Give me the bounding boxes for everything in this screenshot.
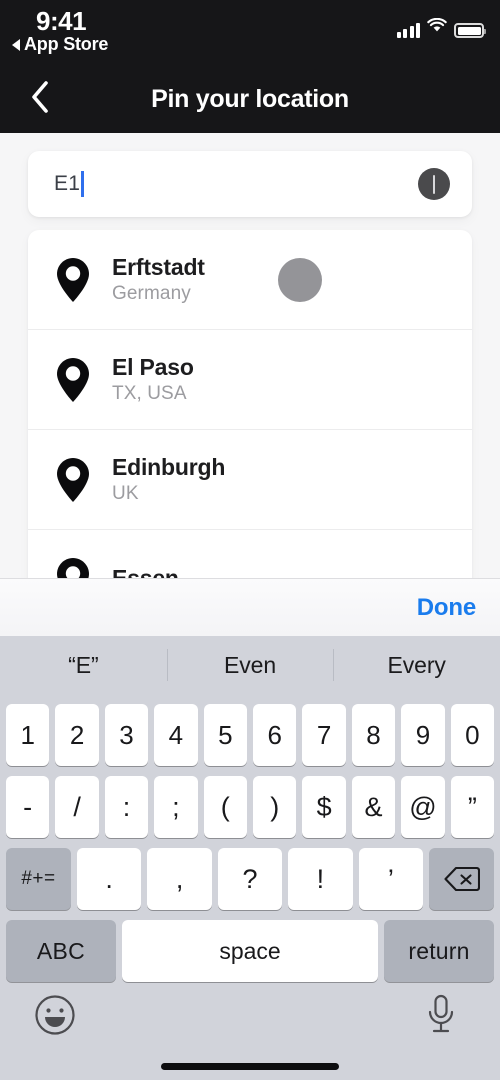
key-period[interactable]: . <box>76 848 142 910</box>
prediction-0[interactable]: “E” <box>0 636 167 694</box>
list-item[interactable]: Edinburgh UK <box>28 430 472 530</box>
list-item-text: Erftstadt Germany <box>112 254 205 305</box>
key-9[interactable]: 9 <box>401 704 445 766</box>
prediction-1[interactable]: Even <box>166 636 334 694</box>
key-ampersand[interactable]: & <box>351 776 396 838</box>
microphone-icon[interactable] <box>418 992 464 1038</box>
text-caret <box>81 171 84 197</box>
key-at[interactable]: @ <box>401 776 445 838</box>
key-semicolon[interactable]: ; <box>154 776 198 838</box>
key-symbols-toggle[interactable]: #+= <box>5 848 71 910</box>
map-pin-icon <box>56 557 90 578</box>
key-dollar[interactable]: $ <box>302 776 346 838</box>
list-item-text: Essen <box>112 565 179 578</box>
clear-field-icon[interactable] <box>418 168 450 200</box>
key-close-paren[interactable]: ) <box>253 776 297 838</box>
list-item-title: El Paso <box>112 353 194 380</box>
key-4[interactable]: 4 <box>154 704 198 766</box>
chevron-left-icon <box>29 80 51 119</box>
key-5[interactable]: 5 <box>203 704 247 766</box>
emoji-smiley-icon[interactable] <box>32 992 78 1038</box>
nav-bar: Pin your location <box>0 66 500 133</box>
key-0[interactable]: 0 <box>450 704 495 766</box>
status-bar: 9:41 App Store <box>0 0 500 66</box>
search-results-list: Erftstadt Germany El Paso TX, USA Edinbu… <box>28 230 472 578</box>
predictive-text-bar: “E” Even Every <box>0 636 500 694</box>
list-item-subtitle: UK <box>112 483 139 505</box>
key-2[interactable]: 2 <box>55 704 99 766</box>
list-item-subtitle: Germany <box>112 283 191 305</box>
list-item-text: El Paso TX, USA <box>112 354 194 405</box>
key-8[interactable]: 8 <box>351 704 396 766</box>
list-item[interactable]: Erftstadt Germany <box>28 230 472 330</box>
key-apostrophe[interactable]: ’ <box>358 848 424 910</box>
keyboard-row-symbols: - / : ; ( ) $ & @ ” <box>3 776 497 838</box>
key-return[interactable]: return <box>384 920 494 982</box>
status-bar-time: 9:41 <box>36 6 87 36</box>
wifi-icon <box>427 17 447 38</box>
list-item-subtitle: TX, USA <box>112 383 187 405</box>
list-item[interactable]: Essen <box>28 530 472 578</box>
keyboard-bottom-bar <box>0 984 500 1080</box>
return-to-app-store-button[interactable]: App Store <box>12 34 108 55</box>
key-7[interactable]: 7 <box>302 704 346 766</box>
map-pin-icon <box>56 257 90 303</box>
keyboard-row-numbers: 1 2 3 4 5 6 7 8 9 0 <box>3 704 497 766</box>
return-app-label: App Store <box>24 34 109 54</box>
list-item-title: Essen <box>112 565 179 578</box>
main-content: E1 Erftstadt Germany El Paso TX, USA Edi… <box>0 133 500 578</box>
key-space[interactable]: space <box>122 920 378 982</box>
status-bar-indicators <box>396 17 486 38</box>
map-pin-icon <box>56 357 90 403</box>
home-indicator[interactable] <box>161 1063 339 1070</box>
list-item-text: Edinburgh UK <box>112 454 225 505</box>
battery-full-icon <box>454 23 486 38</box>
phone-screen: 9:41 App Store Pin your location E1 Erft… <box>0 0 500 1080</box>
key-question[interactable]: ? <box>217 848 283 910</box>
map-pin-icon <box>56 457 90 503</box>
keyboard-row-bottom: ABC space return <box>3 920 497 982</box>
page-title: Pin your location <box>151 85 349 113</box>
key-abc[interactable]: ABC <box>6 920 116 982</box>
triangle-left-icon <box>12 38 20 51</box>
cellular-signal-icon <box>396 23 420 38</box>
key-open-paren[interactable]: ( <box>203 776 247 838</box>
list-item-title: Erftstadt <box>112 253 205 280</box>
keyboard-rows: 1 2 3 4 5 6 7 8 9 0 - / : ; ( ) $ & @ ” … <box>0 694 500 982</box>
search-field[interactable]: E1 <box>28 151 472 217</box>
key-comma[interactable]: , <box>147 848 212 910</box>
key-6[interactable]: 6 <box>253 704 297 766</box>
list-item-title: Edinburgh <box>112 453 226 480</box>
keyboard-row-punctuation: #+= . , ? ! ’ <box>3 848 497 910</box>
on-screen-keyboard: “E” Even Every 1 2 3 4 5 6 7 8 9 0 - / :… <box>0 636 500 1080</box>
key-colon[interactable]: : <box>104 776 149 838</box>
touch-indicator <box>278 257 322 302</box>
key-slash[interactable]: / <box>55 776 99 838</box>
search-input-text: E1 <box>54 172 81 195</box>
list-item[interactable]: El Paso TX, USA <box>28 330 472 430</box>
key-3[interactable]: 3 <box>104 704 149 766</box>
done-button[interactable]: Done <box>417 579 476 637</box>
prediction-2[interactable]: Every <box>333 636 500 694</box>
keyboard-accessory-bar: Done <box>0 578 500 636</box>
backspace-icon[interactable] <box>429 848 495 910</box>
key-hyphen[interactable]: - <box>5 776 50 838</box>
key-quote[interactable]: ” <box>450 776 495 838</box>
key-1[interactable]: 1 <box>5 704 50 766</box>
key-exclamation[interactable]: ! <box>288 848 353 910</box>
back-button[interactable] <box>14 66 66 133</box>
search-input-value[interactable]: E1 <box>54 151 84 217</box>
